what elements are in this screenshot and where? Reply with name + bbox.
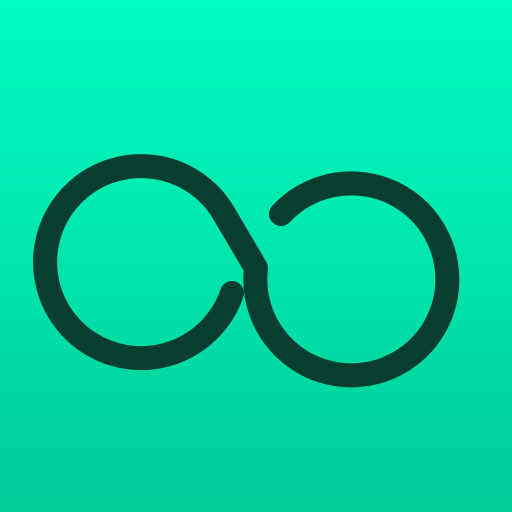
infinity-stroke <box>33 154 460 388</box>
infinity-icon <box>33 154 460 388</box>
app-icon <box>0 0 512 512</box>
